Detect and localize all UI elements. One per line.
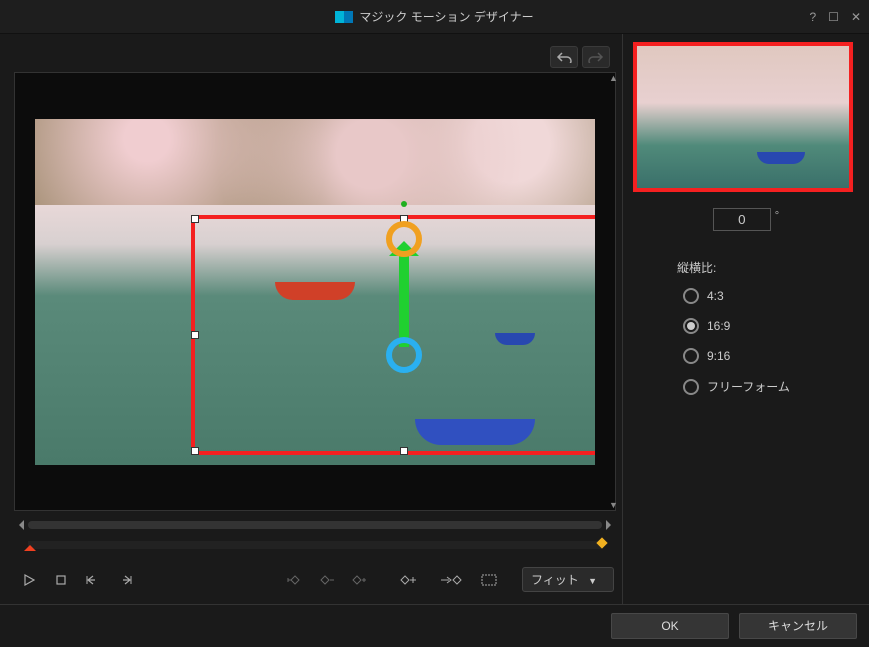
rotation-input[interactable] [713, 208, 771, 231]
crop-frame[interactable] [191, 215, 595, 455]
keyframe-next-button[interactable] [436, 568, 470, 592]
resize-handle-ml[interactable] [191, 331, 199, 339]
prev-frame-button[interactable] [80, 568, 106, 592]
cancel-button[interactable]: キャンセル [739, 613, 857, 639]
fit-label: フィット [531, 573, 579, 587]
aspect-option-freeform[interactable]: フリーフォーム [683, 378, 859, 395]
close-button[interactable]: ✕ [851, 10, 861, 24]
titlebar: マジック モーション デザイナー ? ☐ ✕ [0, 0, 869, 34]
keyframe-prev-button[interactable] [282, 568, 308, 592]
crop-tool-button[interactable] [476, 568, 502, 592]
aspect-option-9-16[interactable]: 9:16 [683, 348, 859, 364]
next-frame-button[interactable] [112, 568, 138, 592]
help-button[interactable]: ? [809, 10, 816, 24]
keyframe-insert-button[interactable] [396, 568, 430, 592]
aspect-ratio-label: 縦横比: [633, 259, 859, 276]
aspect-option-16-9[interactable]: 16:9 [683, 318, 859, 334]
preview-canvas[interactable]: ▲▼ [14, 72, 616, 511]
zoom-fit-select[interactable]: フィット ▼ [522, 567, 614, 592]
play-button[interactable] [16, 568, 42, 592]
window-title: マジック モーション デザイナー [359, 8, 533, 25]
rotation-handle[interactable] [401, 201, 407, 207]
aspect-option-4-3[interactable]: 4:3 [683, 288, 859, 304]
aspect-ratio-group: 4:3 16:9 9:16 フリーフォーム [633, 288, 859, 395]
keyframe-remove-button[interactable] [314, 568, 340, 592]
result-thumbnail [633, 42, 853, 192]
resize-handle-bc[interactable] [400, 447, 408, 455]
undo-button[interactable] [550, 46, 578, 68]
stop-button[interactable] [48, 568, 74, 592]
horizontal-scrollbar[interactable] [28, 521, 602, 529]
redo-button[interactable] [582, 46, 610, 68]
preview-image [35, 119, 595, 465]
resize-handle-bl[interactable] [191, 447, 199, 455]
motion-end-point[interactable] [386, 221, 422, 257]
degree-label: ° [775, 210, 779, 222]
timeline-end-marker[interactable] [596, 537, 607, 548]
maximize-button[interactable]: ☐ [828, 10, 839, 24]
motion-start-point[interactable] [386, 337, 422, 373]
app-icon [335, 11, 353, 23]
motion-path-arrow[interactable] [399, 255, 409, 347]
timeline-start-marker[interactable] [24, 539, 36, 551]
keyframe-add-button[interactable] [346, 568, 372, 592]
timeline-track[interactable] [28, 541, 602, 549]
resize-handle-tl[interactable] [191, 215, 199, 223]
ok-button[interactable]: OK [611, 613, 729, 639]
